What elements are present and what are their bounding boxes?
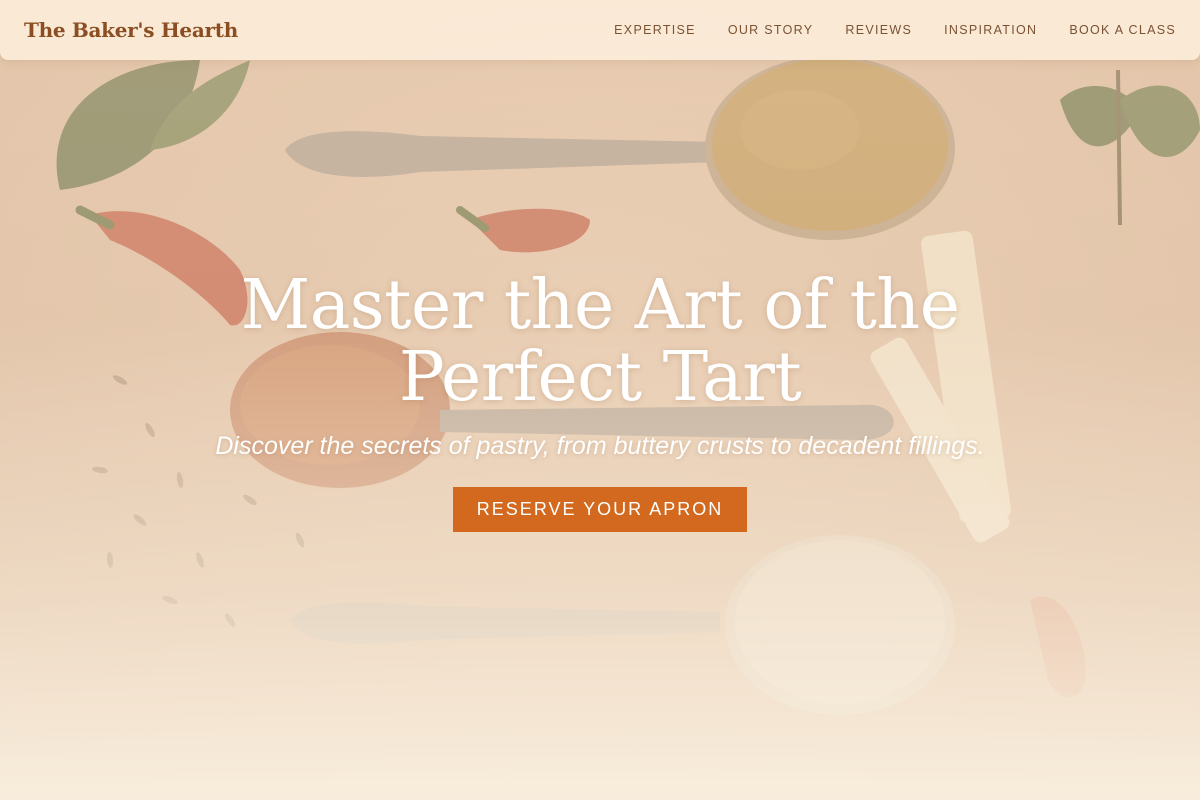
nav-link-expertise[interactable]: EXPERTISE <box>614 23 696 37</box>
nav-link-inspiration[interactable]: INSPIRATION <box>944 23 1037 37</box>
hero-subtitle: Discover the secrets of pastry, from but… <box>215 432 985 460</box>
brand-logo[interactable]: The Baker's Hearth <box>24 18 238 42</box>
site-header: The Baker's Hearth EXPERTISE OUR STORY R… <box>0 0 1200 60</box>
nav-link-book-a-class[interactable]: BOOK A CLASS <box>1069 23 1176 37</box>
nav-link-reviews[interactable]: REVIEWS <box>845 23 912 37</box>
hero-title: Master the Art of the Perfect Tart <box>240 266 960 417</box>
main-nav: EXPERTISE OUR STORY REVIEWS INSPIRATION … <box>614 23 1176 37</box>
landing-page: The Baker's Hearth EXPERTISE OUR STORY R… <box>0 0 1200 800</box>
reserve-apron-button[interactable]: RESERVE YOUR APRON <box>452 487 748 532</box>
hero-section: Master the Art of the Perfect Tart Disco… <box>0 270 1200 532</box>
nav-link-our-story[interactable]: OUR STORY <box>728 23 814 37</box>
